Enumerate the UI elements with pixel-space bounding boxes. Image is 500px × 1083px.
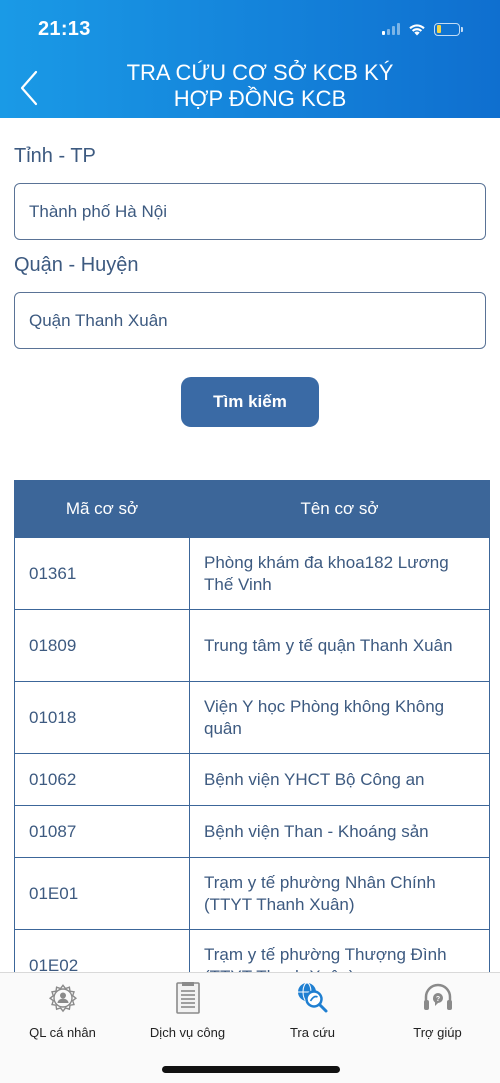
column-header-name: Tên cơ sở xyxy=(189,480,490,538)
nav-label: Tra cứu xyxy=(289,1025,336,1040)
province-field[interactable]: Thành phố Hà Nội xyxy=(14,183,486,240)
user-gear-icon xyxy=(46,981,80,1015)
table-row[interactable]: 01087 Bệnh viện Than - Khoáng sản xyxy=(14,805,490,858)
search-button[interactable]: Tìm kiếm xyxy=(181,377,319,427)
nav-item-help[interactable]: ? Trợ giúp xyxy=(375,981,500,1040)
search-form: Tỉnh - TP Thành phố Hà Nội Quận - Huyện … xyxy=(14,145,486,349)
page-title-line1: TRA CỨU CƠ SỞ KCB KÝ xyxy=(126,60,394,85)
app-header: 21:13 TRA CỨU CƠ SỞ KCB KÝ HỢP ĐỒNG KCB xyxy=(0,0,500,118)
district-value: Quận Thanh Xuân xyxy=(29,310,168,330)
home-indicator xyxy=(162,1066,340,1073)
battery-level xyxy=(436,25,441,33)
page-title: TRA CỨU CƠ SỞ KCB KÝ HỢP ĐỒNG KCB xyxy=(60,60,460,112)
chevron-left-icon xyxy=(20,70,38,106)
nav-item-personal[interactable]: QL cá nhân xyxy=(0,981,125,1040)
facility-name: Trạm y tế phường Nhân Chính (TTYT Thanh … xyxy=(189,857,490,930)
svg-text:?: ? xyxy=(435,996,439,1003)
table-row[interactable]: 01E01 Trạm y tế phường Nhân Chính (TTYT … xyxy=(14,857,490,930)
facility-code: 01062 xyxy=(14,753,190,806)
facility-code: 01361 xyxy=(14,537,190,610)
province-value: Thành phố Hà Nội xyxy=(29,201,167,221)
facility-name: Bệnh viện Than - Khoáng sản xyxy=(189,805,490,858)
nav-item-public-services[interactable]: Dịch vụ công xyxy=(125,981,250,1040)
district-label: Quận - Huyện xyxy=(14,254,139,276)
nav-label: Trợ giúp xyxy=(413,1025,462,1040)
table-row[interactable]: 01018 Viện Y học Phòng không Không quân xyxy=(14,681,490,754)
facility-code: 01809 xyxy=(14,609,190,682)
table-header-row: Mã cơ sở Tên cơ sở xyxy=(14,480,490,538)
facility-code: 01087 xyxy=(14,805,190,858)
column-header-code: Mã cơ sở xyxy=(14,480,190,538)
table-row[interactable]: 01361 Phòng khám đa khoa182 Lương Thế Vi… xyxy=(14,537,490,610)
page-title-line2: HỢP ĐỒNG KCB xyxy=(173,86,347,111)
nav-label: Dịch vụ công xyxy=(149,1025,226,1040)
clipboard-icon xyxy=(171,981,205,1015)
facility-name: Trung tâm y tế quận Thanh Xuân xyxy=(189,609,490,682)
nav-label: QL cá nhân xyxy=(29,1025,96,1040)
back-button[interactable] xyxy=(14,68,44,108)
facility-name: Phòng khám đa khoa182 Lương Thế Vinh xyxy=(189,537,490,610)
status-icons xyxy=(382,22,463,36)
facility-code: 01018 xyxy=(14,681,190,754)
results-table: Mã cơ sở Tên cơ sở 01361 Phòng khám đa k… xyxy=(14,480,490,1002)
province-label: Tỉnh - TP xyxy=(14,145,96,167)
district-field[interactable]: Quận Thanh Xuân xyxy=(14,292,486,349)
headset-help-icon: ? xyxy=(421,981,455,1015)
table-row[interactable]: 01062 Bệnh viện YHCT Bộ Công an xyxy=(14,753,490,806)
globe-search-icon xyxy=(296,981,330,1015)
status-time: 21:13 xyxy=(38,18,91,40)
battery-icon xyxy=(434,22,463,36)
facility-name: Viện Y học Phòng không Không quân xyxy=(189,681,490,754)
table-row[interactable]: 01809 Trung tâm y tế quận Thanh Xuân xyxy=(14,609,490,682)
facility-name: Bệnh viện YHCT Bộ Công an xyxy=(189,753,490,806)
cellular-signal-icon xyxy=(382,23,400,35)
wifi-icon xyxy=(409,24,425,36)
nav-item-lookup[interactable]: Tra cứu xyxy=(250,981,375,1040)
facility-code: 01E01 xyxy=(14,857,190,930)
